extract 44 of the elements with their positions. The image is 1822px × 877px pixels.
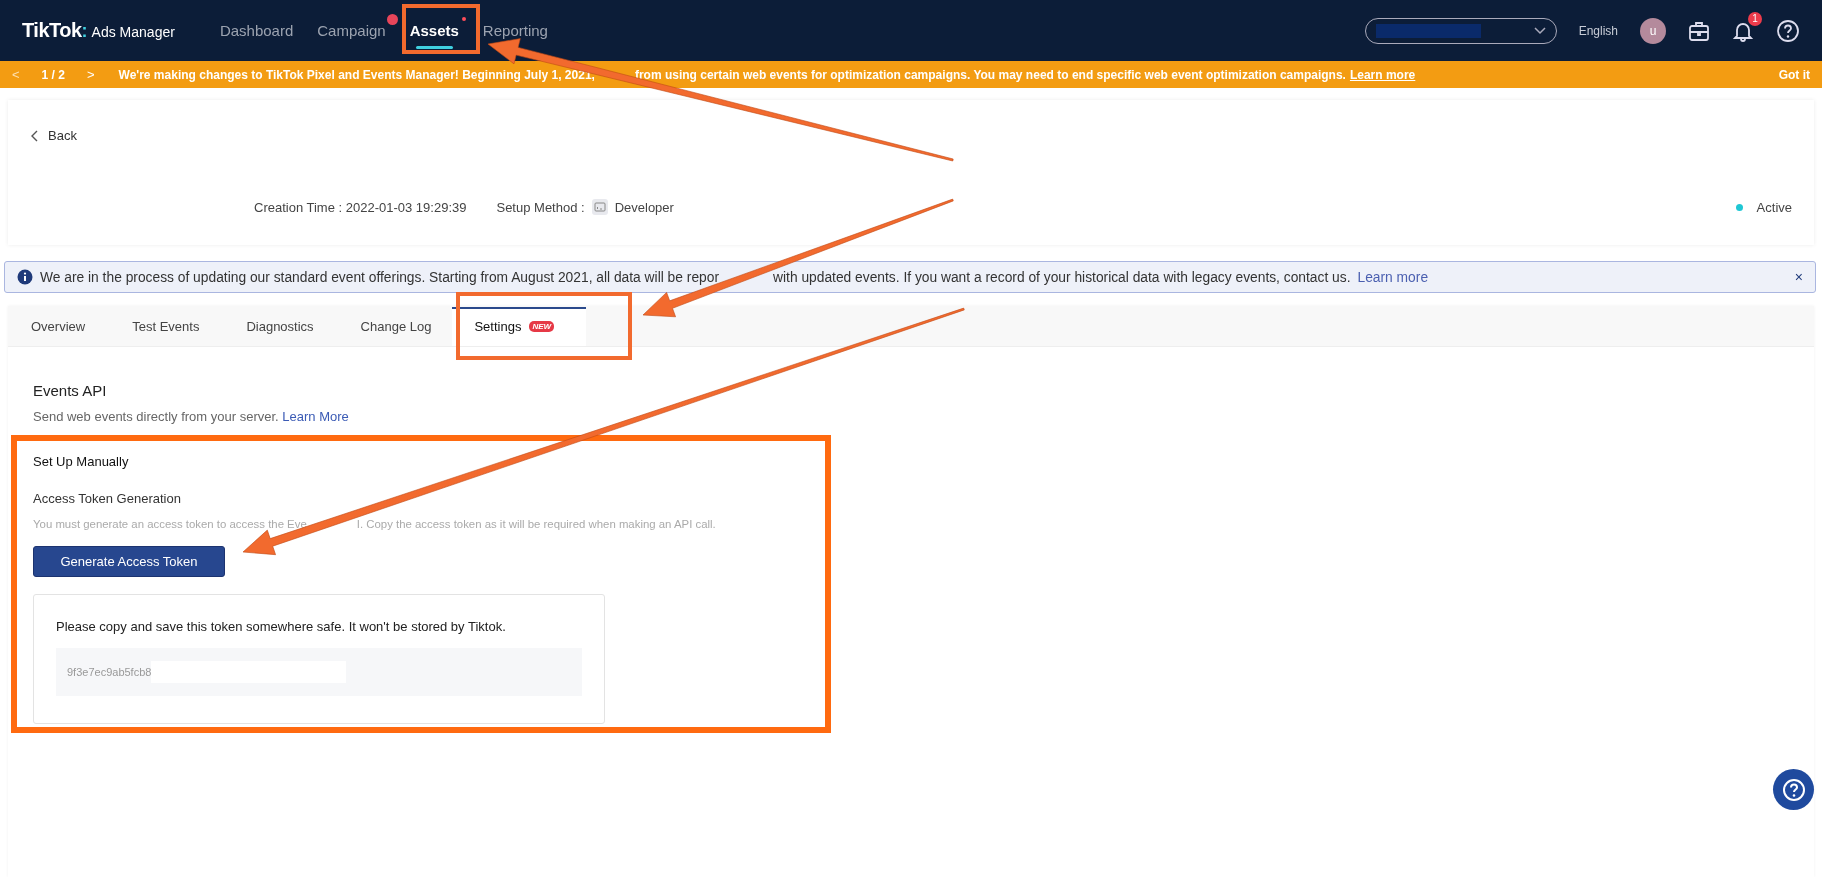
page-counter: 1 / 2 xyxy=(41,67,65,82)
chevron-left-icon xyxy=(30,129,38,142)
help-icon[interactable] xyxy=(1776,18,1800,43)
close-button[interactable]: × xyxy=(1794,269,1803,285)
setup-method-label: Setup Method : xyxy=(496,199,585,215)
learn-more-link[interactable]: Learn More xyxy=(282,409,349,424)
language-label[interactable]: English xyxy=(1578,23,1618,38)
back-link[interactable]: Back xyxy=(30,128,1792,143)
notice-text: We are in the process of updating our standard event offerings. Starting from August 2021, all data will be repor xyxy=(40,269,719,285)
notice-text: with updated events. If you want a record of your historical data with legacy events, contact us. xyxy=(773,269,1351,285)
generate-token-button[interactable]: Generate Access Token xyxy=(33,546,225,577)
subsection-heading: Access Token Generation xyxy=(33,491,182,506)
subsection-title: Set Up Manually xyxy=(33,454,130,469)
hint-text: You must generate an access token to access the Eve xyxy=(33,518,307,530)
briefcase-icon[interactable] xyxy=(1688,19,1710,42)
setup-method-value: Developer xyxy=(614,199,674,215)
tab[interactable]: Diagnostics xyxy=(246,319,314,346)
back-label: Back xyxy=(48,128,77,143)
hint-text: I. Copy the access token as it will be required when making an API call. xyxy=(356,518,716,530)
nav-tab[interactable]: Campaign xyxy=(317,14,386,47)
announcement-text: from using certain web events for optimization campaigns. You may need to end specific web event optimization campaigns. xyxy=(634,67,1346,82)
nav-tab[interactable]: Reporting xyxy=(482,14,548,47)
new-badge: NEW xyxy=(529,321,555,332)
tab[interactable]: Overview xyxy=(31,319,86,346)
tab[interactable]: Test Events xyxy=(132,319,200,346)
section-title: Events API xyxy=(33,382,108,399)
token-note: Please copy and save this token somewhere safe. It won't be stored by Tiktok. xyxy=(56,619,507,634)
nav-tab[interactable]: Assets xyxy=(409,14,459,47)
logo-separator: : xyxy=(81,21,88,42)
status-label: Active xyxy=(1756,199,1792,215)
creation-time: Creation Time : 2022-01-03 19:29:39 xyxy=(254,199,467,215)
learn-more-link[interactable]: Learn more xyxy=(1357,269,1429,285)
info-icon xyxy=(17,269,33,285)
token-value: 9f3e7ec9ab5fcb8 xyxy=(67,666,152,678)
notification-count-badge: 1 xyxy=(1748,11,1762,26)
brand-logo: TikTok xyxy=(22,19,82,42)
code-window-icon xyxy=(590,198,609,216)
chevron-down-icon xyxy=(1533,26,1546,35)
product-name: Ads Manager xyxy=(91,24,175,40)
nav-tab[interactable]: Dashboard xyxy=(219,14,294,47)
section-description: Send web events directly from your server. xyxy=(33,409,280,424)
help-icon xyxy=(1781,777,1806,802)
tab[interactable]: Settings NEW xyxy=(452,307,587,346)
tab[interactable]: Change Log xyxy=(360,319,432,346)
